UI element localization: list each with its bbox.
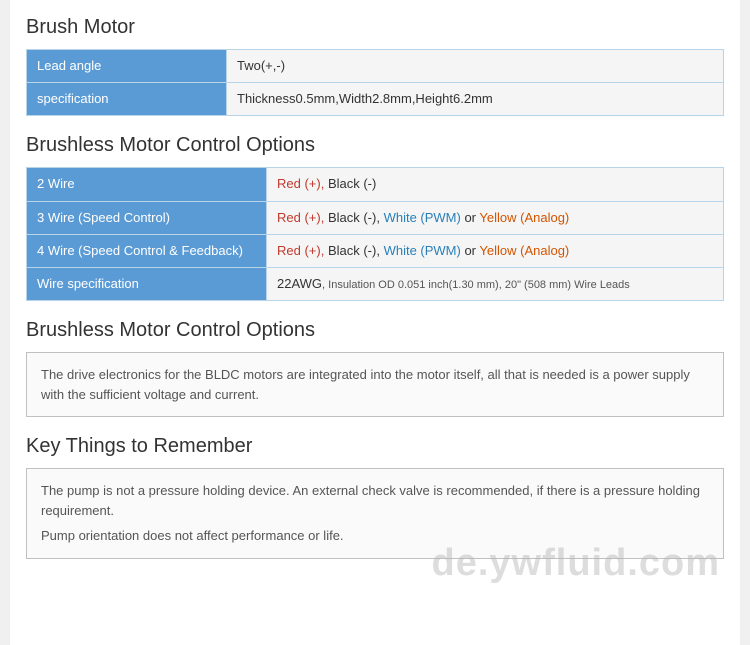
brushless-description-box: The drive electronics for the BLDC motor… <box>26 352 724 417</box>
brush-motor-title: Brush Motor <box>26 16 724 39</box>
key-things-title: Key Things to Remember <box>26 435 724 458</box>
table-row: specification Thickness0.5mm,Width2.8mm,… <box>27 83 724 116</box>
value-specification: Thickness0.5mm,Width2.8mm,Height6.2mm <box>227 83 724 116</box>
table-row: 2 Wire Red (+), Black (-) <box>27 168 724 201</box>
value-3wire: Red (+), Black (-), White (PWM) or Yello… <box>267 201 724 234</box>
label-2wire: 2 Wire <box>27 168 267 201</box>
red-text: Red (+), <box>277 176 328 191</box>
page-wrapper: Brush Motor Lead angle Two(+,-) specific… <box>10 0 740 645</box>
wire-spec-main: 22AWG <box>277 276 322 291</box>
black-text: Black (-), <box>328 210 384 225</box>
yellow-text: Yellow (Analog) <box>479 243 569 258</box>
key-things-point-1: The pump is not a pressure holding devic… <box>41 481 709 520</box>
black-text: Black (-) <box>328 176 376 191</box>
label-specification: specification <box>27 83 227 116</box>
blue-text: White (PWM) <box>384 243 461 258</box>
label-3wire: 3 Wire (Speed Control) <box>27 201 267 234</box>
value-4wire: Red (+), Black (-), White (PWM) or Yello… <box>267 234 724 267</box>
label-4wire: 4 Wire (Speed Control & Feedback) <box>27 234 267 267</box>
red-text: Red (+), <box>277 243 328 258</box>
blue-text: White (PWM) <box>384 210 461 225</box>
key-things-box: The pump is not a pressure holding devic… <box>26 468 724 559</box>
label-wire-spec: Wire specification <box>27 267 267 300</box>
or-text: or <box>461 210 480 225</box>
label-lead-angle: Lead angle <box>27 50 227 83</box>
yellow-text: Yellow (Analog) <box>479 210 569 225</box>
table-row: Wire specification 22AWG, Insulation OD … <box>27 267 724 300</box>
table-row: Lead angle Two(+,-) <box>27 50 724 83</box>
brushless-desc-text: The drive electronics for the BLDC motor… <box>41 365 709 404</box>
wire-spec-small: , Insulation OD 0.051 inch(1.30 mm), 20"… <box>322 279 630 291</box>
brushless-motor-table: 2 Wire Red (+), Black (-) 3 Wire (Speed … <box>26 167 724 301</box>
value-2wire: Red (+), Black (-) <box>267 168 724 201</box>
brushless-control-title: Brushless Motor Control Options <box>26 134 724 157</box>
brush-motor-table: Lead angle Two(+,-) specification Thickn… <box>26 49 724 116</box>
brushless-desc-title: Brushless Motor Control Options <box>26 319 724 342</box>
black-text: Black (-), <box>328 243 384 258</box>
value-lead-angle: Two(+,-) <box>227 50 724 83</box>
table-row: 3 Wire (Speed Control) Red (+), Black (-… <box>27 201 724 234</box>
key-things-point-2: Pump orientation does not affect perform… <box>41 526 709 546</box>
red-text: Red (+), <box>277 210 328 225</box>
or-text: or <box>461 243 480 258</box>
value-wire-spec: 22AWG, Insulation OD 0.051 inch(1.30 mm)… <box>267 267 724 300</box>
table-row: 4 Wire (Speed Control & Feedback) Red (+… <box>27 234 724 267</box>
